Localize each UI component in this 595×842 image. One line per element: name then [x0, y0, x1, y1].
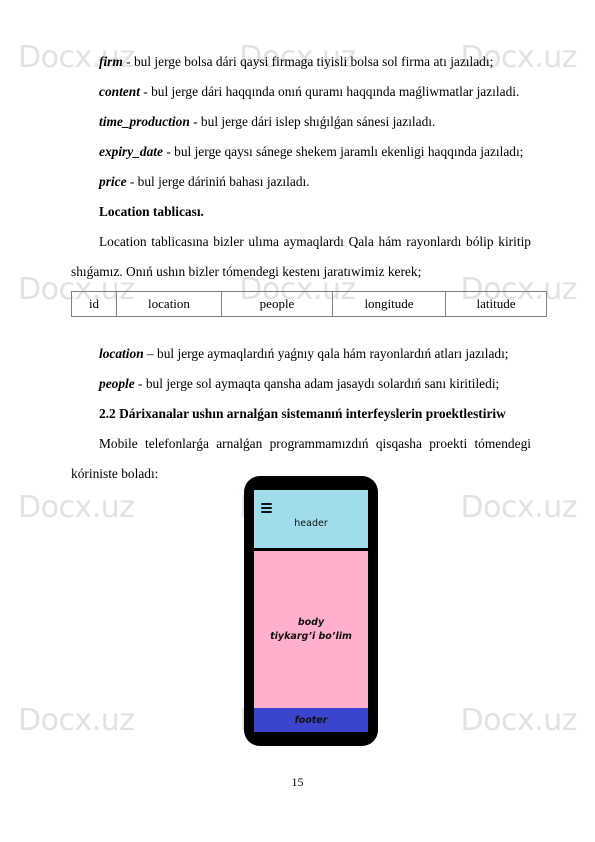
location-table: id location people longitude latitude: [71, 291, 547, 317]
term-people: people: [99, 376, 135, 391]
table-header-latitude: latitude: [445, 291, 547, 317]
paragraph-people: people - bul jerge sol aymaqta qansha ad…: [71, 369, 531, 399]
mockup-footer-label: footer: [294, 714, 328, 726]
paragraph-content: content - bul jerge dári haqqında onıń q…: [71, 77, 531, 107]
mockup-body-label-line2: tiykarg’i bo’lim: [270, 630, 352, 642]
location-table-heading-text: Location tablicası.: [99, 204, 204, 219]
mockup-body-section: body tiykarg’i bo’lim: [254, 551, 368, 708]
phone-mockup-diagram: header body tiykarg’i bo’lim footer: [244, 476, 378, 746]
paragraph-price: price - bul jerge dáriniń bahası jazılad…: [71, 167, 531, 197]
paragraph-time-production: time_production - bul jerge dári islep s…: [71, 107, 531, 137]
table-header-people: people: [221, 291, 333, 317]
location-table-wrapper: id location people longitude latitude: [71, 291, 547, 317]
mockup-header-section: header: [254, 490, 368, 548]
hamburger-bar: [261, 503, 272, 506]
term-price-description: - bul jerge dáriniń bahası jazıladı.: [126, 174, 310, 189]
paragraph-expiry-date: expiry_date - bul jerge qaysı sánege she…: [71, 137, 531, 167]
table-header-location: location: [116, 291, 222, 317]
section-heading-2-2: 2.2 Dárixanalar ushın arnalǵan sisteman…: [71, 399, 531, 429]
hamburger-icon[interactable]: [261, 503, 272, 513]
hamburger-bar: [261, 510, 272, 513]
hamburger-bar: [261, 506, 272, 510]
term-location: location: [99, 346, 144, 361]
location-table-heading: Location tablicası.: [71, 197, 531, 227]
paragraph-location: location – bul jerge aymaqlardıń yaǵnıy…: [71, 339, 531, 369]
document-body: firm - bul jerge bolsa dári qaysi firmag…: [71, 47, 547, 489]
term-people-description: - bul jerge sol aymaqta qansha adam jasa…: [134, 376, 500, 391]
term-location-description: – bul jerge aymaqlardıń yaǵnıy qala hám…: [143, 346, 509, 361]
term-expiry-date: expiry_date: [99, 144, 163, 159]
term-time-production: time_production: [99, 114, 190, 129]
term-firm: firm: [99, 54, 123, 69]
table-header-longitude: longitude: [332, 291, 446, 317]
term-firm-description: - bul jerge bolsa dári qaysi firmaga tiy…: [122, 54, 494, 69]
paragraph-firm: firm - bul jerge bolsa dári qaysi firmag…: [71, 47, 531, 77]
mockup-footer-section: footer: [254, 708, 368, 732]
table-spacer: [71, 321, 531, 339]
phone-screen: header body tiykarg’i bo’lim footer: [254, 490, 368, 732]
table-row: id location people longitude latitude: [71, 291, 547, 317]
mockup-header-label: header: [294, 517, 328, 529]
table-header-id: id: [71, 291, 117, 317]
location-table-intro: Location tablicasına bizler ulıma aymaql…: [71, 234, 531, 279]
page-number: 15: [291, 775, 304, 789]
term-content-description: - bul jerge dári haqqında onıń quramı ha…: [139, 84, 520, 99]
term-time-production-description: - bul jerge dári islep shıǵılǵan sánes…: [189, 114, 436, 129]
term-content: content: [99, 84, 140, 99]
term-price: price: [99, 174, 127, 189]
mockup-body-label-line1: body: [297, 616, 325, 628]
section-heading-2-2-text: 2.2 Dárixanalar ushın arnalǵan sisteman…: [99, 406, 506, 421]
term-expiry-date-description: - bul jerge qaysı sánege shekem jaramlı …: [162, 144, 524, 159]
